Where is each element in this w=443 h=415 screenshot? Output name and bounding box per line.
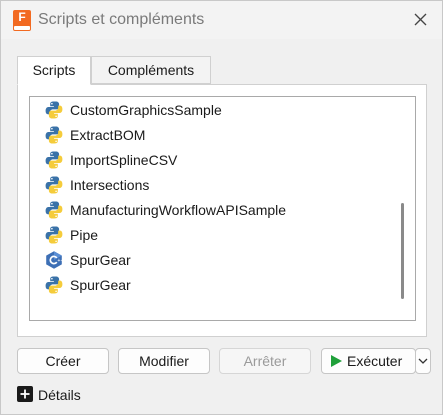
list-item-label: SpurGear [70,277,131,293]
python-icon [45,101,63,119]
python-icon [45,276,63,294]
play-icon [331,355,342,367]
list-item-label: Pipe [70,227,99,243]
close-button[interactable] [409,9,433,31]
tab-scripts[interactable]: Scripts [17,56,91,85]
app-icon-bar [14,26,30,30]
details-label: Détails [38,387,81,403]
python-icon [45,226,63,244]
tab-complements[interactable]: Compléments [91,56,211,84]
list-item-label: SpurGear [70,252,131,268]
list-item-label: ImportSplineCSV [70,152,178,168]
run-button[interactable]: Exécuter [321,348,416,374]
python-icon [45,201,63,219]
chevron-down-icon [418,358,428,364]
list-item-label: CustomGraphicsSample [70,102,222,118]
run-button-label: Exécuter [347,353,403,369]
edit-button[interactable]: Modifier [118,348,210,374]
list-item-label: Intersections [70,177,150,193]
list-item-label: ManufacturingWorkflowAPISample [70,202,287,218]
list-scrollbar-thumb[interactable] [401,203,404,299]
run-options-dropdown[interactable] [415,348,431,374]
svg-text:++: ++ [57,258,64,263]
window-title: Scripts et compléments [38,11,205,28]
expand-plus-icon [17,386,33,402]
create-button[interactable]: Créer [17,348,109,374]
list-item-label: ExtractBOM [70,127,146,143]
scripts-dialog: F Scripts et compléments Scripts Complém… [0,0,443,415]
title-bar: F Scripts et compléments [1,1,442,39]
fusion-app-icon: F [13,10,31,31]
python-icon [45,126,63,144]
python-icon [45,176,63,194]
stop-button[interactable]: Arrêter [219,348,311,374]
app-icon-letter: F [18,10,26,24]
cpp-icon: ++ [46,251,64,269]
python-icon [45,151,63,169]
plus-icon [20,389,30,399]
close-icon [414,13,427,26]
